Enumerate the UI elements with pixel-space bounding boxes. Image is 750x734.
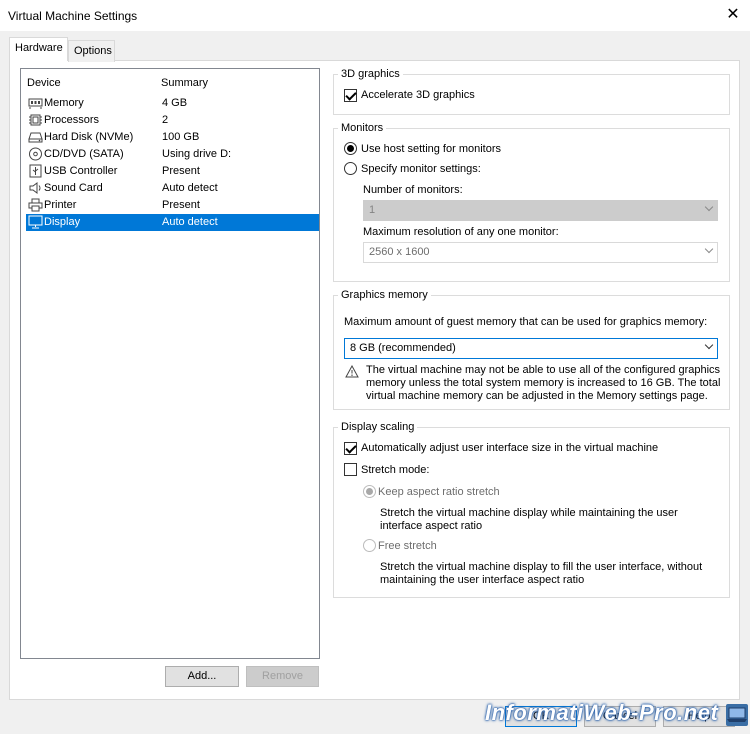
cd-dvd-icon: [29, 147, 42, 161]
device-row-display[interactable]: Display Auto detect: [26, 214, 319, 231]
device-name: USB Controller: [44, 165, 118, 177]
stretch-mode-checkbox[interactable]: [344, 463, 357, 476]
free-stretch-label[interactable]: Free stretch: [378, 540, 437, 552]
group-label-graphics-memory: Graphics memory: [338, 289, 431, 301]
free-stretch-radio[interactable]: [363, 539, 376, 552]
tab-hardware[interactable]: Hardware: [9, 37, 68, 61]
usb-icon: [29, 164, 42, 178]
device-name: Display: [44, 216, 81, 228]
graphics-memory-select[interactable]: 8 GB (recommended): [344, 338, 718, 359]
keep-aspect-ratio-radio[interactable]: [363, 485, 376, 498]
column-header-summary[interactable]: Summary: [161, 77, 208, 89]
keep-aspect-ratio-label[interactable]: Keep aspect ratio stretch: [378, 486, 500, 498]
accelerate-3d-label[interactable]: Accelerate 3D graphics: [361, 89, 475, 101]
device-summary: 100 GB: [162, 131, 200, 143]
number-of-monitors-label: Number of monitors:: [363, 184, 463, 196]
stretch-mode-label[interactable]: Stretch mode:: [361, 464, 429, 476]
device-summary: Present: [162, 199, 200, 211]
device-name: Memory: [44, 97, 84, 109]
memory-icon: [28, 98, 43, 109]
warning-icon: [345, 365, 359, 378]
graphics-memory-value: 8 GB (recommended): [350, 342, 456, 354]
device-name: Hard Disk (NVMe): [44, 131, 134, 143]
monitor-icon: [28, 215, 43, 229]
device-summary: 2: [162, 114, 169, 126]
group-label-monitors: Monitors: [338, 122, 387, 134]
chevron-down-icon: [705, 246, 713, 254]
chevron-down-icon: [705, 342, 713, 350]
max-resolution-select[interactable]: 2560 x 1600: [363, 242, 718, 263]
hard-disk-icon: [28, 132, 43, 143]
keep-aspect-ratio-desc-line-1: Stretch the virtual machine display whil…: [380, 507, 678, 519]
max-resolution-value: 2560 x 1600: [369, 246, 430, 258]
window-title: Virtual Machine Settings: [8, 9, 138, 23]
device-name: Sound Card: [44, 182, 103, 194]
keep-aspect-ratio-desc-line-2: interface aspect ratio: [380, 520, 483, 532]
add-button[interactable]: Add...: [165, 666, 239, 687]
max-resolution-label: Maximum resolution of any one monitor:: [363, 226, 559, 238]
warning-text-line-3: virtual machine memory can be adjusted i…: [366, 390, 708, 402]
free-stretch-desc-line-1: Stretch the virtual machine display to f…: [380, 561, 703, 573]
device-row-memory[interactable]: Memory 4 GB: [26, 95, 319, 112]
column-header-device[interactable]: Device: [27, 77, 61, 89]
device-row-cd-dvd[interactable]: CD/DVD (SATA) Using drive D:: [26, 146, 319, 163]
warning-text-line-2: memory unless the total system memory is…: [366, 377, 721, 389]
device-summary: Auto detect: [162, 182, 218, 194]
device-summary: Using drive D:: [162, 148, 232, 160]
title-bar: Virtual Machine Settings ✕: [0, 0, 750, 31]
use-host-monitors-label[interactable]: Use host setting for monitors: [361, 143, 501, 155]
watermark-text: InformatiWeb-Pro.net: [485, 700, 719, 725]
tab-options[interactable]: Options: [68, 40, 115, 62]
close-icon[interactable]: ✕: [722, 5, 744, 25]
device-summary: 4 GB: [162, 97, 188, 109]
device-row-processors[interactable]: Processors 2: [26, 112, 319, 129]
number-of-monitors-value: 1: [369, 204, 376, 216]
device-summary: Present: [162, 165, 200, 177]
chevron-down-icon: [705, 204, 713, 212]
laptop-logo-icon: [726, 704, 748, 726]
number-of-monitors-select[interactable]: 1: [363, 200, 718, 221]
use-host-monitors-radio[interactable]: [344, 142, 357, 155]
device-name: Printer: [44, 199, 77, 211]
device-row-printer[interactable]: Printer Present: [26, 197, 319, 214]
specify-monitors-label[interactable]: Specify monitor settings:: [361, 163, 481, 175]
auto-adjust-ui-checkbox[interactable]: [344, 442, 357, 455]
group-label-display-scaling: Display scaling: [338, 421, 418, 433]
remove-button[interactable]: Remove: [246, 666, 319, 687]
processor-icon: [29, 114, 42, 126]
specify-monitors-radio[interactable]: [344, 162, 357, 175]
graphics-memory-description: Maximum amount of guest memory that can …: [344, 316, 708, 328]
device-name: CD/DVD (SATA): [44, 148, 124, 160]
device-row-sound-card[interactable]: Sound Card Auto detect: [26, 180, 319, 197]
warning-text-line-1: The virtual machine may not be able to u…: [366, 364, 721, 376]
device-list[interactable]: Device Summary Memory 4 GB Processors 2 …: [20, 68, 320, 659]
device-name: Processors: [44, 114, 100, 126]
accelerate-3d-checkbox[interactable]: [344, 89, 357, 102]
device-summary: Auto detect: [162, 216, 218, 228]
free-stretch-desc-line-2: maintaining the user interface aspect ra…: [380, 574, 585, 586]
group-label-3d-graphics: 3D graphics: [338, 68, 403, 80]
speaker-icon: [29, 182, 41, 194]
printer-icon: [28, 198, 43, 212]
device-row-usb-controller[interactable]: USB Controller Present: [26, 163, 319, 180]
auto-adjust-ui-label[interactable]: Automatically adjust user interface size…: [361, 442, 658, 454]
device-row-hard-disk[interactable]: Hard Disk (NVMe) 100 GB: [26, 129, 319, 146]
